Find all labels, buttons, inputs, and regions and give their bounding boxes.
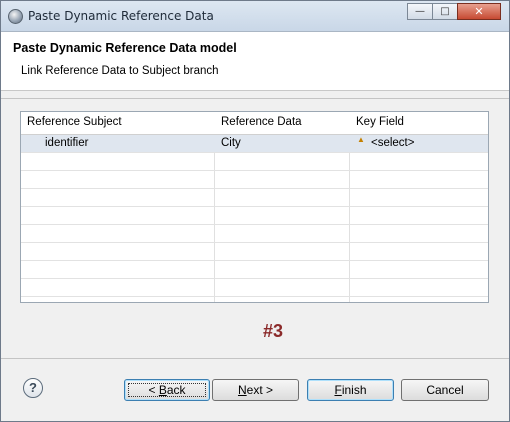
table-row[interactable] (21, 189, 488, 207)
table-row[interactable] (21, 225, 488, 243)
footer-divider (1, 358, 509, 359)
step-marker: #3 (263, 321, 284, 341)
minimize-button[interactable]: — (407, 3, 433, 20)
close-button[interactable]: ✕ (457, 3, 501, 20)
table-row[interactable] (21, 243, 488, 261)
key-field-select[interactable]: <select> (371, 137, 414, 149)
table-header: Reference Subject Reference Data Key Fie… (21, 112, 488, 135)
table-row[interactable]: identifier City ▲ <select> (21, 135, 488, 153)
column-header-reference-subject[interactable]: Reference Subject (27, 116, 122, 128)
column-header-key-field[interactable]: Key Field (356, 116, 404, 128)
column-header-reference-data[interactable]: Reference Data (221, 116, 302, 128)
focus-rectangle (128, 383, 206, 397)
table-row[interactable] (21, 153, 488, 171)
maximize-button[interactable]: □ (432, 3, 458, 20)
cancel-button[interactable]: Cancel (401, 379, 489, 401)
page-title: Paste Dynamic Reference Data model (13, 41, 237, 55)
back-button[interactable]: < Back (124, 379, 210, 401)
next-label-mnemonic: N (237, 383, 247, 397)
table-row[interactable] (21, 171, 488, 189)
cell-reference-data: City (221, 137, 241, 149)
table-row[interactable] (21, 261, 488, 279)
title-bar: Paste Dynamic Reference Data — □ ✕ (1, 1, 509, 32)
page-subtitle: Link Reference Data to Subject branch (21, 65, 219, 77)
app-icon (8, 9, 23, 24)
help-icon[interactable]: ? (23, 378, 43, 398)
next-button[interactable]: Next > (212, 379, 299, 401)
header-divider (1, 98, 509, 99)
dialog-window: Paste Dynamic Reference Data — □ ✕ Paste… (0, 0, 510, 422)
finish-label-rest: inish (341, 383, 367, 397)
reference-table: Reference Subject Reference Data Key Fie… (20, 111, 489, 303)
window-title: Paste Dynamic Reference Data (28, 9, 214, 23)
cell-reference-subject: identifier (45, 137, 89, 149)
table-row[interactable] (21, 207, 488, 225)
window-controls: — □ ✕ (407, 3, 501, 21)
finish-button[interactable]: Finish (307, 379, 394, 401)
wizard-header: Paste Dynamic Reference Data model Link … (1, 32, 509, 91)
table-row[interactable] (21, 279, 488, 297)
warning-icon: ▲ (357, 135, 365, 144)
finish-label-mnemonic: F (334, 383, 342, 397)
next-label-rest: ext > (246, 383, 274, 397)
